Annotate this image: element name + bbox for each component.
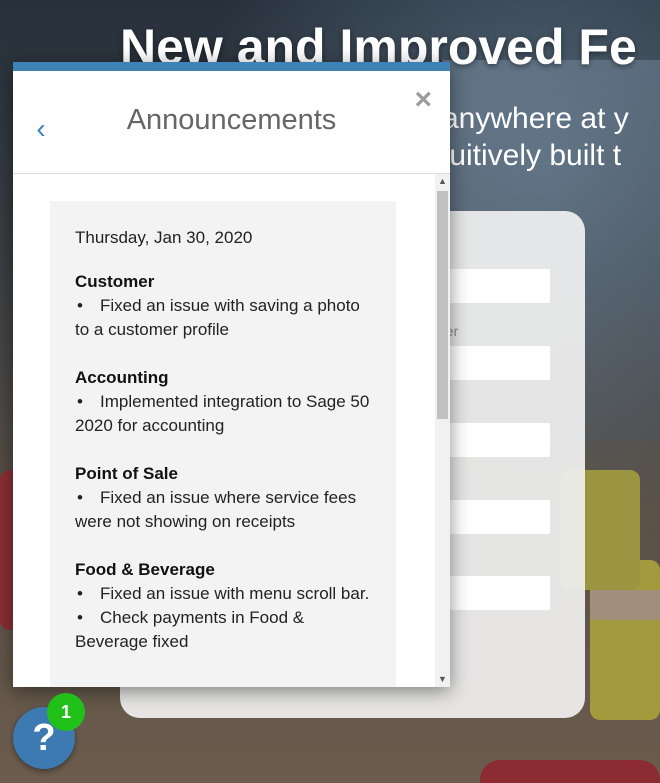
section-heading: Point of Sale	[75, 464, 178, 483]
modal-accent-bar	[13, 62, 450, 71]
modal-scrollbar[interactable]: ▲ ▼	[435, 174, 450, 687]
section-list: Fixed an issue with saving a photo to a …	[75, 294, 371, 342]
background-table	[590, 590, 660, 620]
section-customer: Customer Fixed an issue with saving a ph…	[75, 270, 371, 342]
scroll-up-arrow-icon[interactable]: ▲	[435, 174, 450, 189]
announcement-panel: Thursday, Jan 30, 2020 Customer Fixed an…	[50, 201, 396, 687]
close-icon[interactable]: ×	[414, 85, 432, 115]
notification-badge: 1	[47, 693, 85, 731]
section-list: Implemented integration to Sage 50 2020 …	[75, 390, 371, 438]
list-item: Fixed an issue with saving a photo to a …	[75, 294, 371, 342]
list-item: Implemented integration to Sage 50 2020 …	[75, 390, 371, 438]
section-heading: Accounting	[75, 368, 169, 387]
list-item: Check payments in Food & Beverage fixed	[75, 606, 371, 654]
section-list: Fixed an issue where service fees were n…	[75, 486, 371, 534]
list-item: Fixed an issue with menu scroll bar.	[75, 582, 371, 606]
section-heading: Customer	[75, 272, 155, 291]
modal-title: Announcements	[126, 104, 337, 136]
section-point-of-sale: Point of Sale Fixed an issue where servi…	[75, 462, 371, 534]
section-accounting: Accounting Implemented integration to Sa…	[75, 366, 371, 438]
background-chair	[480, 760, 660, 783]
modal-body[interactable]: Thursday, Jan 30, 2020 Customer Fixed an…	[13, 174, 435, 687]
announcement-date: Thursday, Jan 30, 2020	[75, 228, 253, 247]
scrollbar-thumb[interactable]	[437, 191, 448, 419]
list-item: Fixed an issue where service fees were n…	[75, 486, 371, 534]
scroll-down-arrow-icon[interactable]: ▼	[435, 672, 450, 687]
section-heading: Food & Beverage	[75, 560, 215, 579]
modal-header: ‹ Announcements ×	[13, 71, 450, 174]
section-list: Fixed an issue with menu scroll bar. Che…	[75, 582, 371, 654]
section-food-beverage: Food & Beverage Fixed an issue with menu…	[75, 558, 371, 654]
announcements-modal: ‹ Announcements × Thursday, Jan 30, 2020…	[13, 62, 450, 687]
